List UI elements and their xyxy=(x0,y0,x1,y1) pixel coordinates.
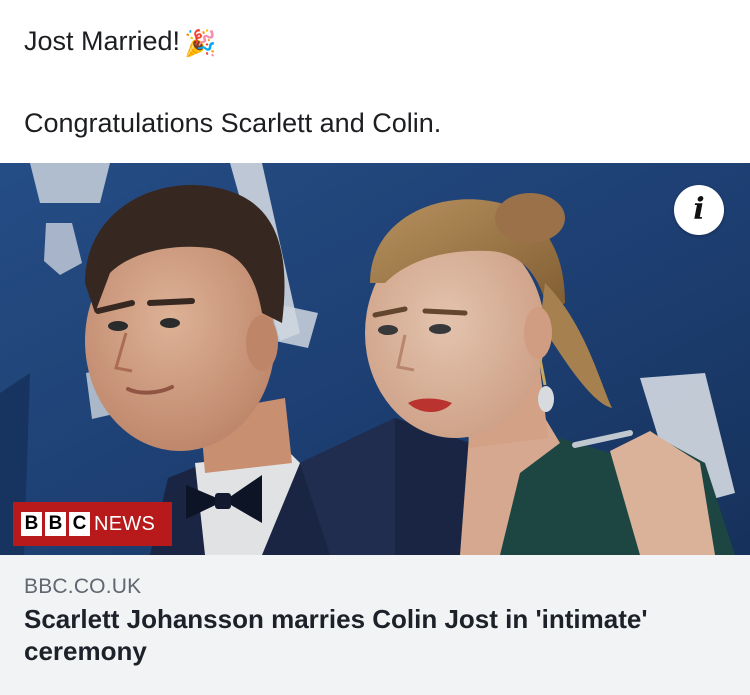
post-text-line-1: Jost Married! 🎉 xyxy=(24,24,216,60)
event-photo-illustration xyxy=(0,163,750,555)
post-headline: Jost Married! xyxy=(24,26,181,56)
bbc-letter-b1: B xyxy=(21,512,42,536)
link-preview-meta[interactable]: BBC.CO.UK Scarlett Johansson marries Col… xyxy=(0,555,750,695)
info-button[interactable]: i xyxy=(674,185,724,235)
bbc-news-logo: B B C NEWS xyxy=(13,502,172,546)
link-preview-image[interactable]: i B B C NEWS xyxy=(0,163,750,555)
party-popper-icon: 🎉 xyxy=(184,28,217,58)
bbc-news-word: NEWS xyxy=(94,512,156,535)
post-text-line-2: Congratulations Scarlett and Colin. xyxy=(24,108,442,138)
link-title[interactable]: Scarlett Johansson marries Colin Jost in… xyxy=(24,603,724,667)
link-domain: BBC.CO.UK xyxy=(24,575,142,598)
link-preview-card[interactable]: i B B C NEWS BBC.CO.UK Scarlett Johansso… xyxy=(0,163,750,695)
bbc-letter-blocks: B B C xyxy=(21,512,90,536)
info-icon: i xyxy=(693,192,705,227)
bbc-letter-b2: B xyxy=(45,512,66,536)
bbc-letter-c: C xyxy=(69,512,90,536)
post-text: Jost Married! 🎉 Congratulations Scarlett … xyxy=(0,0,750,163)
